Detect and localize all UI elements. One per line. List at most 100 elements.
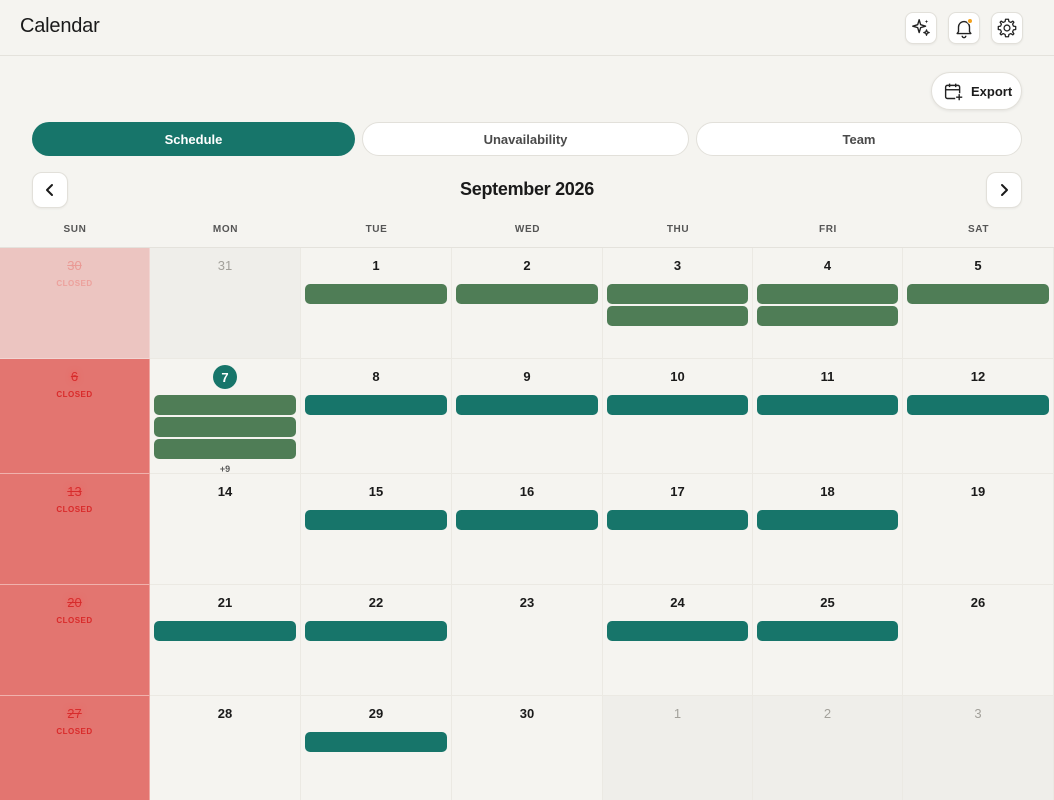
day-cell[interactable]: 9 [452,359,603,474]
day-cell[interactable]: 5 [903,248,1054,359]
closed-label: CLOSED [56,279,93,288]
day-cell[interactable]: 2 [753,696,903,800]
day-cell[interactable]: 25 [753,585,903,696]
day-cell[interactable]: 19 [903,474,1054,585]
tab-unavailability[interactable]: Unavailability [362,122,689,156]
day-cell[interactable]: 24 [603,585,753,696]
event-bar[interactable] [607,306,748,326]
tab-team[interactable]: Team [696,122,1022,156]
day-number: 16 [519,484,535,499]
event-bar[interactable] [305,510,447,530]
event-bar[interactable] [757,284,898,304]
chevron-right-icon [1001,184,1008,196]
event-bar[interactable] [305,621,447,641]
day-cell[interactable]: 14 [150,474,301,585]
day-cell[interactable]: 23 [452,585,603,696]
event-bar[interactable] [607,395,748,415]
day-number: 17 [670,484,685,499]
event-bar[interactable] [757,306,898,326]
day-cell[interactable]: 10 [603,359,753,474]
day-cell[interactable]: 1 [603,696,753,800]
day-number: 18 [820,484,835,499]
top-bar: Calendar [0,0,1054,56]
more-events-link[interactable]: +9 [150,464,300,474]
day-number: 28 [217,706,233,721]
view-tabs: Schedule Unavailability Team [32,122,1022,156]
event-bar[interactable] [456,395,598,415]
day-number: 13 [67,484,82,499]
day-number: 31 [217,258,233,273]
weekday-label: TUE [365,224,388,235]
day-number: 6 [70,369,79,384]
calendar-add-icon [944,83,964,101]
event-bar[interactable] [607,510,748,530]
day-number: 29 [368,706,384,721]
day-number: 25 [820,595,835,610]
event-bar[interactable] [456,510,598,530]
weekday-label: FRI [819,224,837,235]
event-bar[interactable] [305,284,447,304]
day-cell[interactable]: 15 [301,474,452,585]
day-number: 3 [974,706,982,721]
day-cell[interactable]: 30 CLOSED [0,248,150,359]
event-bar[interactable] [757,510,898,530]
day-cell[interactable]: 16 [452,474,603,585]
day-cell[interactable]: 12 [903,359,1054,474]
settings-button[interactable] [991,12,1023,44]
weekday-label: SUN [63,224,87,235]
month-grid: 30 CLOSED 31 1 2 3 4 5 6 CLOSED 7 +9 8 9 10 11 12 13 CLOSE… [0,247,1054,800]
day-cell[interactable]: 29 [301,696,452,800]
day-cell[interactable]: 22 [301,585,452,696]
day-cell[interactable]: 28 [150,696,301,800]
day-cell[interactable]: 27 CLOSED [0,696,150,800]
event-bar[interactable] [305,732,447,752]
notifications-button[interactable] [948,12,980,44]
next-month-button[interactable] [986,172,1022,208]
event-bar[interactable] [154,439,296,459]
day-cell[interactable]: 11 [753,359,903,474]
day-cell[interactable]: 3 [603,248,753,359]
export-label: Export [971,83,1013,99]
ai-assistant-button[interactable] [905,12,937,44]
tab-schedule[interactable]: Schedule [32,122,355,156]
month-title: September 2026 [460,179,594,199]
day-number: 24 [670,595,685,610]
day-number: 10 [670,369,685,384]
day-cell[interactable]: 13 CLOSED [0,474,150,585]
day-number: 22 [368,595,384,610]
day-cell[interactable]: 3 [903,696,1054,800]
day-number: 26 [970,595,986,610]
day-number: 14 [217,484,233,499]
day-number: 3 [673,258,682,273]
weekday-label: MON [212,224,239,235]
event-bar[interactable] [607,621,748,641]
event-bar[interactable] [607,284,748,304]
event-bar[interactable] [305,395,447,415]
event-bar[interactable] [154,417,296,437]
export-button[interactable]: Export [931,72,1022,110]
day-cell[interactable]: 6 CLOSED [0,359,150,474]
day-cell[interactable]: 26 [903,585,1054,696]
event-bar[interactable] [757,395,898,415]
day-cell[interactable]: 30 [452,696,603,800]
day-cell[interactable]: 8 [301,359,452,474]
event-bar[interactable] [456,284,598,304]
day-cell[interactable]: 17 [603,474,753,585]
day-cell[interactable]: 20 CLOSED [0,585,150,696]
day-cell[interactable]: 1 [301,248,452,359]
day-cell[interactable]: 2 [452,248,603,359]
day-cell[interactable]: 21 [150,585,301,696]
event-bar[interactable] [907,395,1049,415]
event-bar[interactable] [154,395,296,415]
day-number: 30 [67,258,82,273]
day-cell[interactable]: 18 [753,474,903,585]
event-bar[interactable] [757,621,898,641]
day-number: 23 [519,595,535,610]
day-cell[interactable]: 7 +9 [150,359,301,474]
event-bar[interactable] [907,284,1049,304]
today-indicator: 7 [213,365,237,389]
day-number: 9 [523,369,531,384]
day-cell[interactable]: 4 [753,248,903,359]
day-cell[interactable]: 31 [150,248,301,359]
event-bar[interactable] [154,621,296,641]
